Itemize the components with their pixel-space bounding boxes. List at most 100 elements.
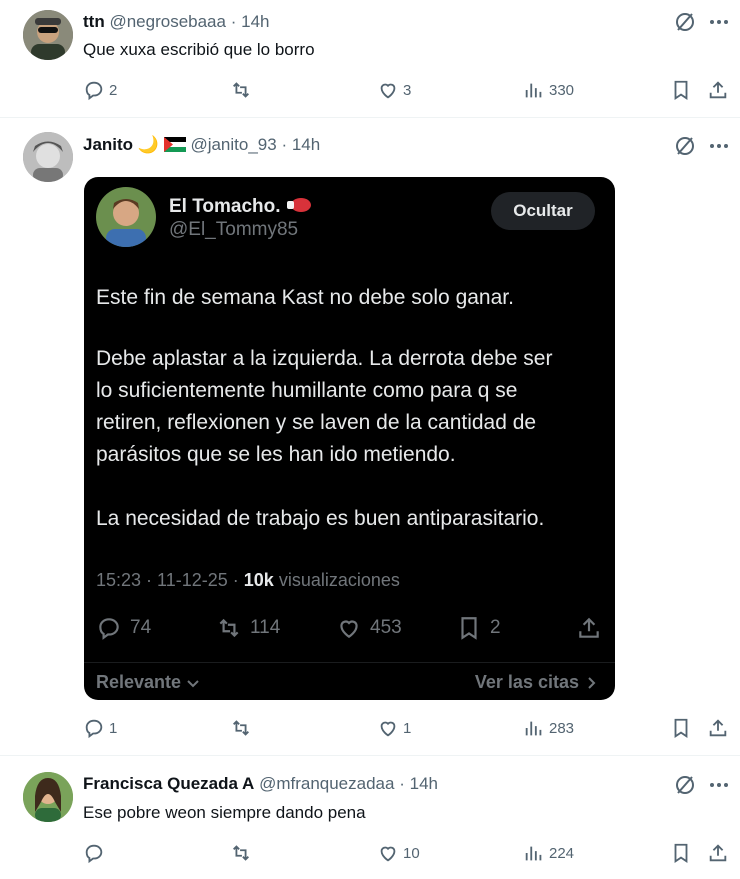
reply-button[interactable]: 2 — [83, 79, 117, 101]
chevron-right-icon — [588, 676, 596, 689]
reply-button[interactable]: 1 — [83, 717, 117, 739]
relevante-label: Relevante — [96, 672, 182, 692]
bookmark-icon — [461, 617, 477, 640]
share-button[interactable] — [707, 79, 729, 101]
boxing-glove-icon — [286, 196, 312, 220]
repost-icon — [233, 720, 249, 736]
quoted-paragraph-2: Debe aplastar a la izquierda. La derrota… — [96, 343, 552, 471]
grok-icon[interactable] — [673, 773, 697, 797]
reply-count: 2 — [109, 81, 118, 99]
repost-icon — [219, 618, 239, 638]
share-icon — [709, 844, 727, 862]
citas-label: Ver las citas — [474, 672, 579, 692]
author-handle[interactable]: @negrosebaaa — [109, 12, 226, 31]
views-label: visualizaciones — [278, 570, 400, 590]
more-icon[interactable] — [707, 134, 731, 158]
views-icon — [525, 721, 542, 736]
post-meta: 15:23 · 11-12-25 · 10k visualizaciones — [96, 570, 400, 591]
reply-count: 1 — [109, 719, 118, 737]
bookmark-button[interactable]: 2 — [456, 615, 501, 641]
bookmark-count: 2 — [490, 617, 501, 638]
reply-button[interactable] — [83, 842, 109, 864]
repost-button[interactable]: 114 — [216, 615, 280, 641]
share-button[interactable] — [576, 615, 602, 641]
reply-icon — [85, 81, 103, 101]
repost-icon — [233, 845, 249, 861]
post-time[interactable]: 14h — [410, 774, 438, 793]
divider — [84, 662, 615, 663]
like-icon — [380, 721, 396, 737]
share-button[interactable] — [707, 842, 729, 864]
bookmark-button[interactable] — [670, 717, 692, 739]
like-count: 1 — [403, 719, 412, 737]
more-icon[interactable] — [707, 773, 731, 797]
repost-button[interactable] — [230, 79, 256, 101]
palestine-flag-icon — [163, 137, 186, 157]
author-handle[interactable]: @El_Tommy85 — [169, 219, 298, 241]
text-line: Este fin de semana Kast no debe solo gan… — [96, 286, 514, 309]
bookmark-button[interactable] — [670, 79, 692, 101]
repost-button[interactable] — [230, 842, 256, 864]
views-button[interactable]: 330 — [523, 79, 574, 101]
views-count: 283 — [549, 719, 575, 737]
like-count: 453 — [370, 617, 402, 638]
reply-count: 74 — [130, 617, 152, 638]
views-button[interactable]: 283 — [523, 717, 574, 739]
text-line: lo suficientemente humillante como para … — [96, 379, 518, 402]
post-text: Que xuxa escribió que lo borro — [83, 40, 315, 59]
like-icon — [380, 83, 396, 99]
grok-icon[interactable] — [673, 10, 697, 34]
post-ttn[interactable]: ttn @negrosebaaa · 14h Que xuxa escribió… — [0, 0, 740, 118]
grok-icon[interactable] — [673, 134, 697, 158]
post-timestamp[interactable]: 15:23 · 11-12-25 · — [96, 570, 239, 590]
reply-icon — [99, 618, 119, 640]
like-button[interactable]: 10 — [377, 842, 420, 864]
like-icon — [340, 620, 358, 638]
bookmark-button[interactable] — [670, 842, 692, 864]
share-icon — [579, 617, 599, 638]
share-button[interactable] — [707, 717, 729, 739]
author-name[interactable]: Francisca Quezada A — [83, 774, 254, 793]
embedded-post-card[interactable]: El Tomacho. @El_Tommy85 Ocultar Este fin… — [84, 177, 615, 700]
avatar[interactable] — [23, 772, 73, 822]
author-name[interactable]: Janito — [83, 135, 133, 154]
hide-button[interactable]: Ocultar — [491, 192, 595, 230]
views-count: 330 — [549, 81, 575, 99]
post-time[interactable]: 14h — [241, 12, 269, 31]
quoted-paragraph-1: Este fin de semana Kast no debe solo gan… — [96, 282, 514, 314]
views-count: 10k — [243, 570, 274, 590]
like-button[interactable]: 3 — [377, 79, 411, 101]
separator-dot: · — [399, 774, 405, 793]
ver-citas-link[interactable]: Ver las citas — [475, 672, 599, 693]
like-button[interactable]: 453 — [336, 615, 402, 641]
relevante-dropdown[interactable]: Relevante — [96, 672, 201, 693]
author-name[interactable]: ttn — [83, 12, 105, 31]
bookmark-icon — [674, 843, 688, 863]
like-button[interactable]: 1 — [377, 717, 411, 739]
like-count: 3 — [403, 81, 412, 99]
separator-dot: · — [281, 135, 288, 154]
views-button[interactable]: 224 — [523, 842, 574, 864]
repost-button[interactable] — [230, 717, 256, 739]
moon-icon: 🌙 — [137, 135, 159, 154]
separator-dot: · — [230, 12, 237, 31]
repost-count: 114 — [250, 617, 281, 638]
avatar[interactable] — [23, 10, 73, 60]
repost-icon — [233, 82, 249, 98]
reply-button[interactable]: 74 — [96, 615, 151, 641]
author-name-text: El Tomacho. — [169, 196, 281, 217]
more-icon[interactable] — [707, 10, 731, 34]
author-name[interactable]: El Tomacho. — [169, 196, 312, 220]
text-line: retiren, reflexionen y se laven de la ca… — [96, 411, 537, 434]
reply-icon — [85, 844, 103, 864]
views-icon — [525, 846, 542, 861]
avatar[interactable] — [23, 132, 73, 182]
author-handle[interactable]: @mfranquezadaa — [259, 774, 394, 793]
text-line: Debe aplastar a la izquierda. La derrota… — [96, 347, 553, 370]
views-count: 224 — [549, 844, 575, 862]
post-francisca[interactable]: Francisca Quezada A @mfranquezadaa · 14h… — [0, 756, 740, 879]
avatar[interactable] — [96, 187, 156, 247]
author-handle[interactable]: @janito_93 — [190, 135, 276, 154]
post-time[interactable]: 14h — [292, 135, 320, 154]
share-icon — [709, 719, 727, 737]
